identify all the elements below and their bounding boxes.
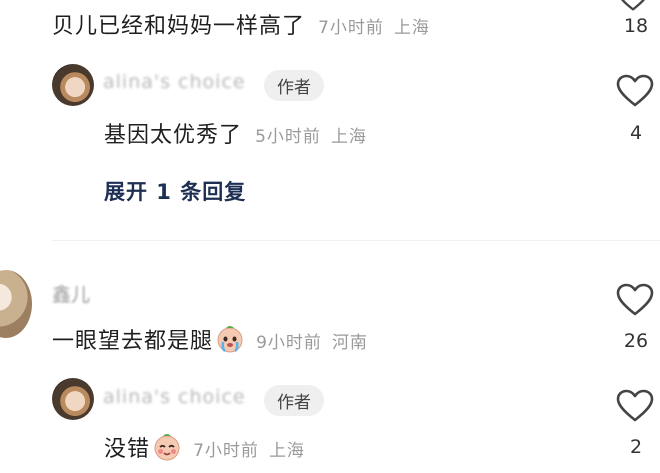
- divider: [52, 240, 660, 241]
- reply-location: 上海: [330, 127, 367, 147]
- reply-2: 没错 7小时前 上海: [104, 431, 305, 463]
- comment-time: 9小时前: [256, 333, 322, 353]
- heart-outline-icon[interactable]: [616, 74, 654, 108]
- like-count: 2: [629, 436, 643, 458]
- comment-meta: 9小时前 河南: [256, 333, 368, 353]
- avatar[interactable]: [52, 378, 94, 420]
- crying-face-emoji: [217, 326, 243, 353]
- reply-text: 没错: [104, 437, 151, 462]
- comment-2: 一眼望去都是腿 9小时前 河南: [52, 323, 368, 355]
- heart-outline-icon[interactable]: [616, 389, 654, 423]
- comment-text: 贝儿已经和妈妈一样高了: [52, 14, 306, 39]
- comment-location: 上海: [393, 18, 430, 38]
- reply-meta: 7小时前 上海: [193, 441, 305, 461]
- like-count: 18: [623, 15, 649, 37]
- comment-meta: 7小时前 上海: [318, 18, 430, 38]
- reply-time: 5小时前: [255, 127, 321, 147]
- avatar[interactable]: [0, 270, 32, 338]
- comment-text: 一眼望去都是腿: [52, 329, 214, 354]
- blushing-face-emoji: [154, 434, 180, 461]
- reply-author-name[interactable]: alina's choice: [103, 71, 246, 93]
- expand-replies-link[interactable]: 展开 1 条回复: [104, 176, 246, 206]
- reply-meta: 5小时前 上海: [255, 127, 367, 147]
- comment-1: 贝儿已经和妈妈一样高了 7小时前 上海: [52, 8, 430, 40]
- reply-1: 基因太优秀了 5小时前 上海: [104, 117, 367, 149]
- heart-outline-icon[interactable]: [614, 0, 652, 12]
- like-count: 4: [629, 122, 643, 144]
- reply-location: 上海: [268, 441, 305, 461]
- comment-location: 河南: [331, 333, 368, 353]
- like-count: 26: [623, 330, 649, 352]
- avatar[interactable]: [52, 64, 94, 106]
- comment-time: 7小时前: [318, 18, 384, 38]
- comment-author-name[interactable]: 鑫儿: [52, 280, 90, 307]
- reply-time: 7小时前: [193, 441, 259, 461]
- reply-text: 基因太优秀了: [104, 123, 243, 148]
- heart-outline-icon[interactable]: [616, 283, 654, 317]
- author-badge: 作者: [264, 385, 324, 416]
- author-badge: 作者: [264, 70, 324, 101]
- reply-author-name[interactable]: alina's choice: [103, 386, 246, 408]
